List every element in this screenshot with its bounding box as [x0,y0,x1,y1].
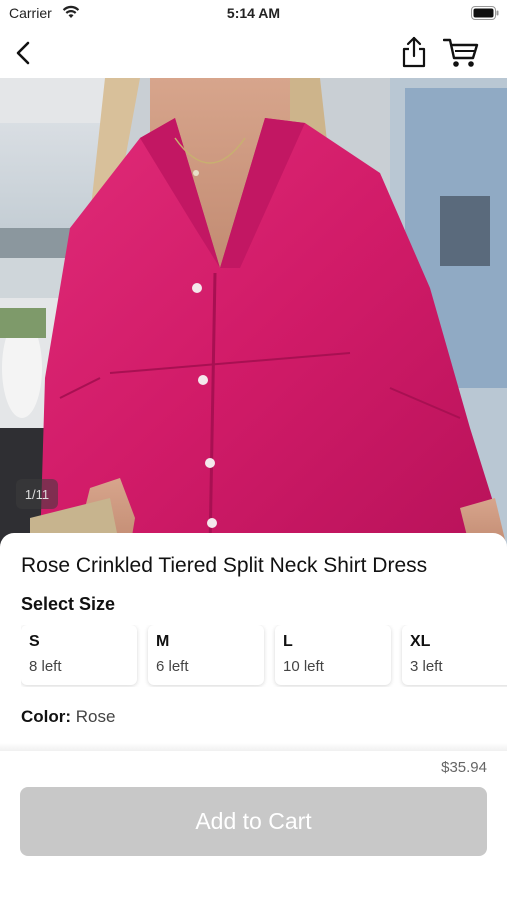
section-divider [0,743,507,751]
select-size-label: Select Size [21,594,116,614]
product-image-carousel[interactable] [0,78,507,548]
navigation-bar [0,28,507,78]
product-info-sheet: Rose Crinkled Tiered Split Neck Shirt Dr… [0,533,507,900]
product-photo [0,78,507,548]
size-stock: 10 left [283,658,324,675]
product-title: Rose Crinkled Tiered Split Neck Shirt Dr… [21,554,428,577]
size-option-l[interactable]: L 10 left [275,625,391,685]
size-name: L [283,633,293,650]
size-stock: 3 left [410,658,443,675]
share-button[interactable] [399,35,429,69]
cart-button[interactable] [443,36,479,70]
color-label: Color: [21,707,72,726]
add-to-cart-button[interactable]: Add to Cart [20,787,487,856]
color-value: Rose [75,707,116,726]
image-counter-badge: 1/11 [16,479,58,509]
size-name: M [156,633,170,650]
size-options: S 8 left M 6 left L 10 left XL 3 left [21,625,507,687]
product-detail-screen: Carrier 5:14 AM 1/11 Rose Crinkled Tiere… [0,0,507,900]
status-bar: Carrier 5:14 AM [0,0,507,28]
battery-icon [471,6,499,20]
chevron-left-icon [16,41,30,65]
color-row: Color: Rose [21,707,115,727]
size-option-xl[interactable]: XL 3 left [402,625,507,685]
cart-icon [443,38,479,67]
share-icon [402,36,426,68]
product-price: $35.94 [441,759,487,776]
size-option-m[interactable]: M 6 left [148,625,264,685]
size-option-s[interactable]: S 8 left [21,625,137,685]
back-button[interactable] [10,38,40,68]
size-stock: 6 left [156,658,189,675]
size-name: XL [410,633,431,650]
size-stock: 8 left [29,658,62,675]
status-time: 5:14 AM [226,5,281,21]
size-name: S [29,633,40,650]
